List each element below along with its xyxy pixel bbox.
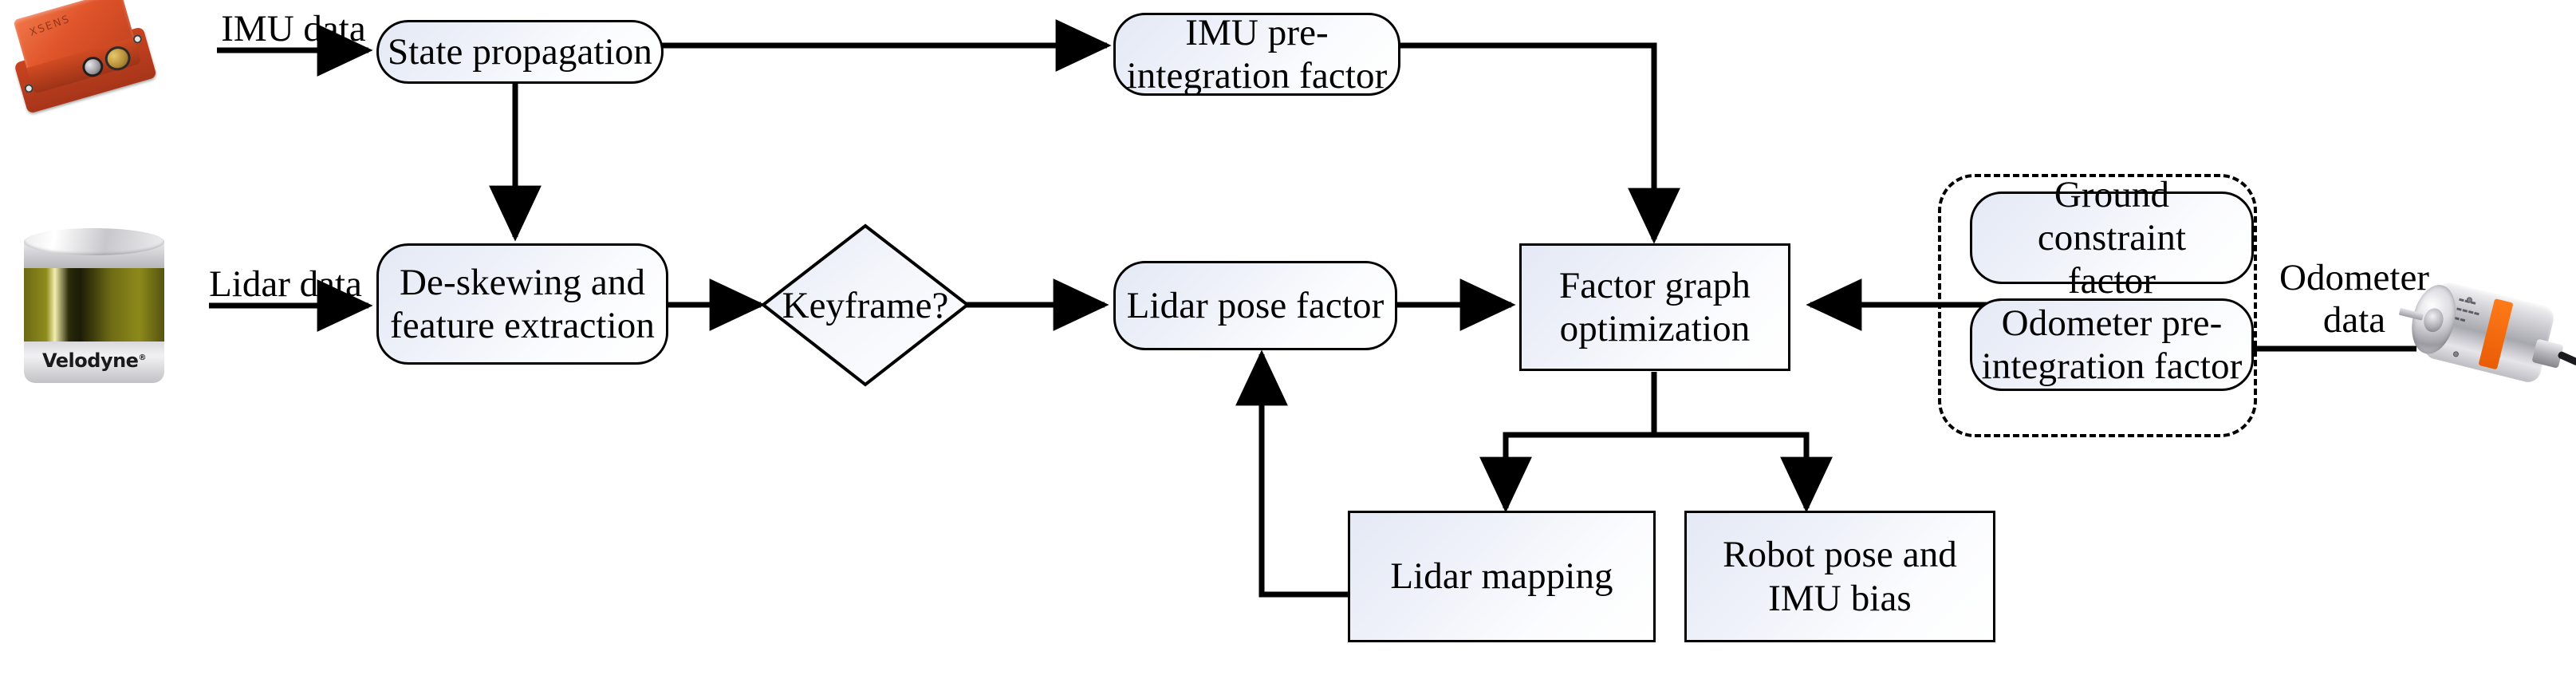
node-state-propagation-label: State propagation bbox=[388, 30, 652, 73]
node-lidar-pose-factor-label: Lidar pose factor bbox=[1126, 284, 1385, 326]
wire-factor-graph-to-robot-pose bbox=[1651, 372, 1833, 513]
node-robot-pose-imu-bias-label: Robot pose and IMU bias bbox=[1723, 534, 1957, 619]
node-ground-constraint-factor-label: Ground constraint factor bbox=[2037, 173, 2187, 302]
edge-label-odometer-data: Odometer data bbox=[2279, 257, 2429, 341]
node-lidar-mapping[interactable]: Lidar mapping bbox=[1348, 511, 1656, 642]
node-factor-graph-optimization[interactable]: Factor graph optimization bbox=[1519, 243, 1790, 371]
node-ground-constraint-factor[interactable]: Ground constraint factor bbox=[1970, 174, 2254, 302]
node-imu-preintegration-factor[interactable]: IMU pre- integration factor bbox=[1113, 11, 1400, 97]
node-odometer-preintegration-factor[interactable]: Odometer pre- integration factor bbox=[1970, 298, 2254, 391]
edge-label-lidar-data: Lidar data bbox=[209, 263, 362, 305]
flowchart-canvas: XSENS Velodyne® ▬▬▬▬▬▬▬▬▬ IMU data Lidar… bbox=[0, 0, 2576, 687]
node-imu-preintegration-factor-label: IMU pre- integration factor bbox=[1126, 11, 1388, 97]
node-lidar-mapping-label: Lidar mapping bbox=[1390, 555, 1613, 598]
node-robot-pose-imu-bias[interactable]: Robot pose and IMU bias bbox=[1684, 511, 1995, 642]
node-keyframe-decision-label: Keyframe? bbox=[782, 284, 949, 326]
imu-sensor-image: XSENS bbox=[0, 0, 174, 124]
node-keyframe-decision[interactable]: Keyframe? bbox=[761, 223, 970, 387]
node-factor-graph-optimization-label: Factor graph optimization bbox=[1558, 264, 1751, 349]
node-deskewing-feature-extraction[interactable]: De-skewing and feature extraction bbox=[376, 243, 668, 365]
node-odometer-preintegration-factor-label: Odometer pre- integration factor bbox=[1981, 302, 2243, 387]
node-state-propagation[interactable]: State propagation bbox=[376, 20, 664, 84]
lidar-sensor-image: Velodyne® bbox=[24, 228, 164, 385]
node-deskewing-feature-extraction-label: De-skewing and feature extraction bbox=[390, 261, 655, 346]
node-lidar-pose-factor[interactable]: Lidar pose factor bbox=[1113, 261, 1397, 350]
wire-factor-graph-to-lidar-mapping bbox=[1479, 372, 1657, 513]
velodyne-brand-text: Velodyne® bbox=[42, 349, 146, 372]
wire-imu-factor-to-factor-graph bbox=[1394, 42, 1680, 244]
edge-label-imu-data: IMU data bbox=[221, 8, 366, 49]
